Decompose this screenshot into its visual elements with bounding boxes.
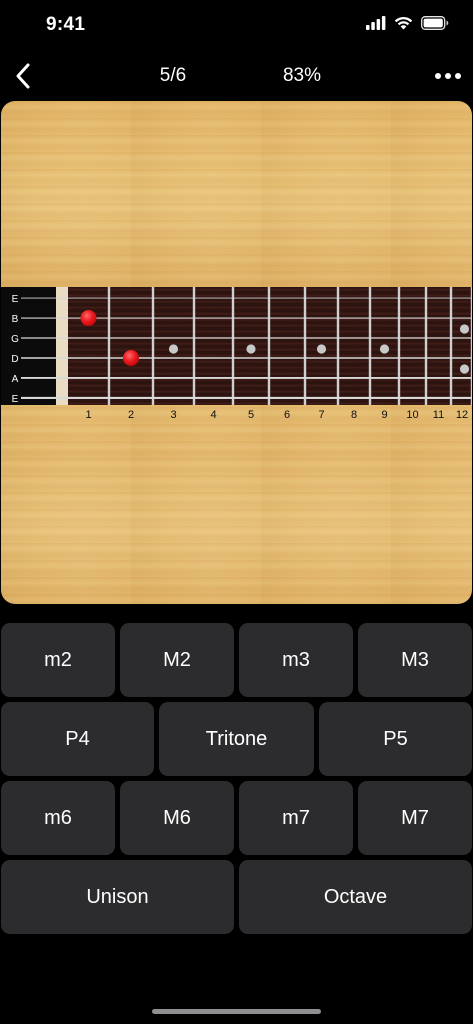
fret-inlay-dot <box>316 344 327 354</box>
fret-wire <box>368 287 372 405</box>
fret-inlay-dot <box>459 324 470 334</box>
fret-number: 8 <box>351 409 357 421</box>
fret-inlay-dot <box>246 344 256 354</box>
answer-P5-button[interactable]: P5 <box>319 702 472 776</box>
fret-number: 10 <box>406 409 418 421</box>
answer-M7-button[interactable]: M7 <box>358 781 472 855</box>
battery-icon <box>421 16 449 30</box>
cellular-signal-icon <box>366 16 386 30</box>
more-options-button[interactable] <box>431 62 465 90</box>
fret-inlay-dot <box>459 364 470 374</box>
answer-unison-button[interactable]: Unison <box>1 860 234 934</box>
answer-M2-button[interactable]: M2 <box>120 623 234 697</box>
string-label: D <box>11 354 18 365</box>
answer-octave-button[interactable]: Octave <box>239 860 472 934</box>
nav-bar: 5/6 83% <box>0 56 473 96</box>
note-marker <box>80 310 97 327</box>
fret-number: 5 <box>248 409 254 421</box>
fret-wire <box>336 287 340 405</box>
answer-m2-button[interactable]: m2 <box>1 623 115 697</box>
fret-number: 4 <box>210 409 216 421</box>
string-label: G <box>11 334 19 345</box>
back-button[interactable] <box>8 60 38 92</box>
fret-number: 11 <box>433 409 444 421</box>
chevron-left-icon <box>16 63 30 89</box>
question-progress: 5/6 <box>159 65 187 86</box>
answer-M6-button[interactable]: M6 <box>120 781 234 855</box>
answer-m3-button[interactable]: m3 <box>239 623 353 697</box>
fret-wire <box>107 287 111 405</box>
answer-P4-button[interactable]: P4 <box>1 702 154 776</box>
fret-number: 6 <box>284 409 290 421</box>
fret-number: 1 <box>85 409 91 421</box>
fret-number: 2 <box>128 409 134 421</box>
fret-number: 12 <box>456 409 468 421</box>
fret-inlay-dot <box>379 344 390 354</box>
fret-wire <box>470 287 472 405</box>
fret-wire <box>231 287 235 405</box>
score-percent: 83% <box>282 65 322 86</box>
fret-wire <box>303 287 307 405</box>
string-label: B <box>12 314 19 325</box>
fret-wire <box>151 287 155 405</box>
fret-inlay-dot <box>168 344 179 354</box>
fretboard: EBGDAE 1 2 3 4 5 6 7 8 9 10 11 12 <box>1 287 472 423</box>
ellipsis-icon <box>435 73 441 79</box>
fret-number: 9 <box>381 409 387 421</box>
fret-wire <box>267 287 271 405</box>
wood-panel: EBGDAE 1 2 3 4 5 6 7 8 9 10 11 12 <box>1 101 472 604</box>
status-time: 9:41 <box>46 14 86 35</box>
note-marker <box>123 349 139 366</box>
wifi-icon <box>394 16 413 30</box>
answer-m7-button[interactable]: m7 <box>239 781 353 855</box>
answer-tritone-button[interactable]: Tritone <box>159 702 314 776</box>
fret-wire <box>449 287 453 405</box>
fret-wire <box>192 287 196 405</box>
fret-number: 7 <box>318 409 324 421</box>
status-icons <box>366 16 449 30</box>
answer-m6-button[interactable]: m6 <box>1 781 115 855</box>
string-label: E <box>12 394 19 405</box>
home-indicator <box>152 1009 321 1014</box>
fret-number: 3 <box>170 409 176 421</box>
fretboard-svg: EBGDAE 1 2 3 4 5 6 7 8 9 10 11 12 <box>1 287 472 421</box>
fret-wire <box>424 287 428 405</box>
fret-wire <box>397 287 401 405</box>
status-bar: 9:41 <box>0 0 473 50</box>
answer-M3-button[interactable]: M3 <box>358 623 472 697</box>
string-label: A <box>12 374 19 385</box>
string-label: E <box>12 294 19 305</box>
nut <box>56 287 68 405</box>
